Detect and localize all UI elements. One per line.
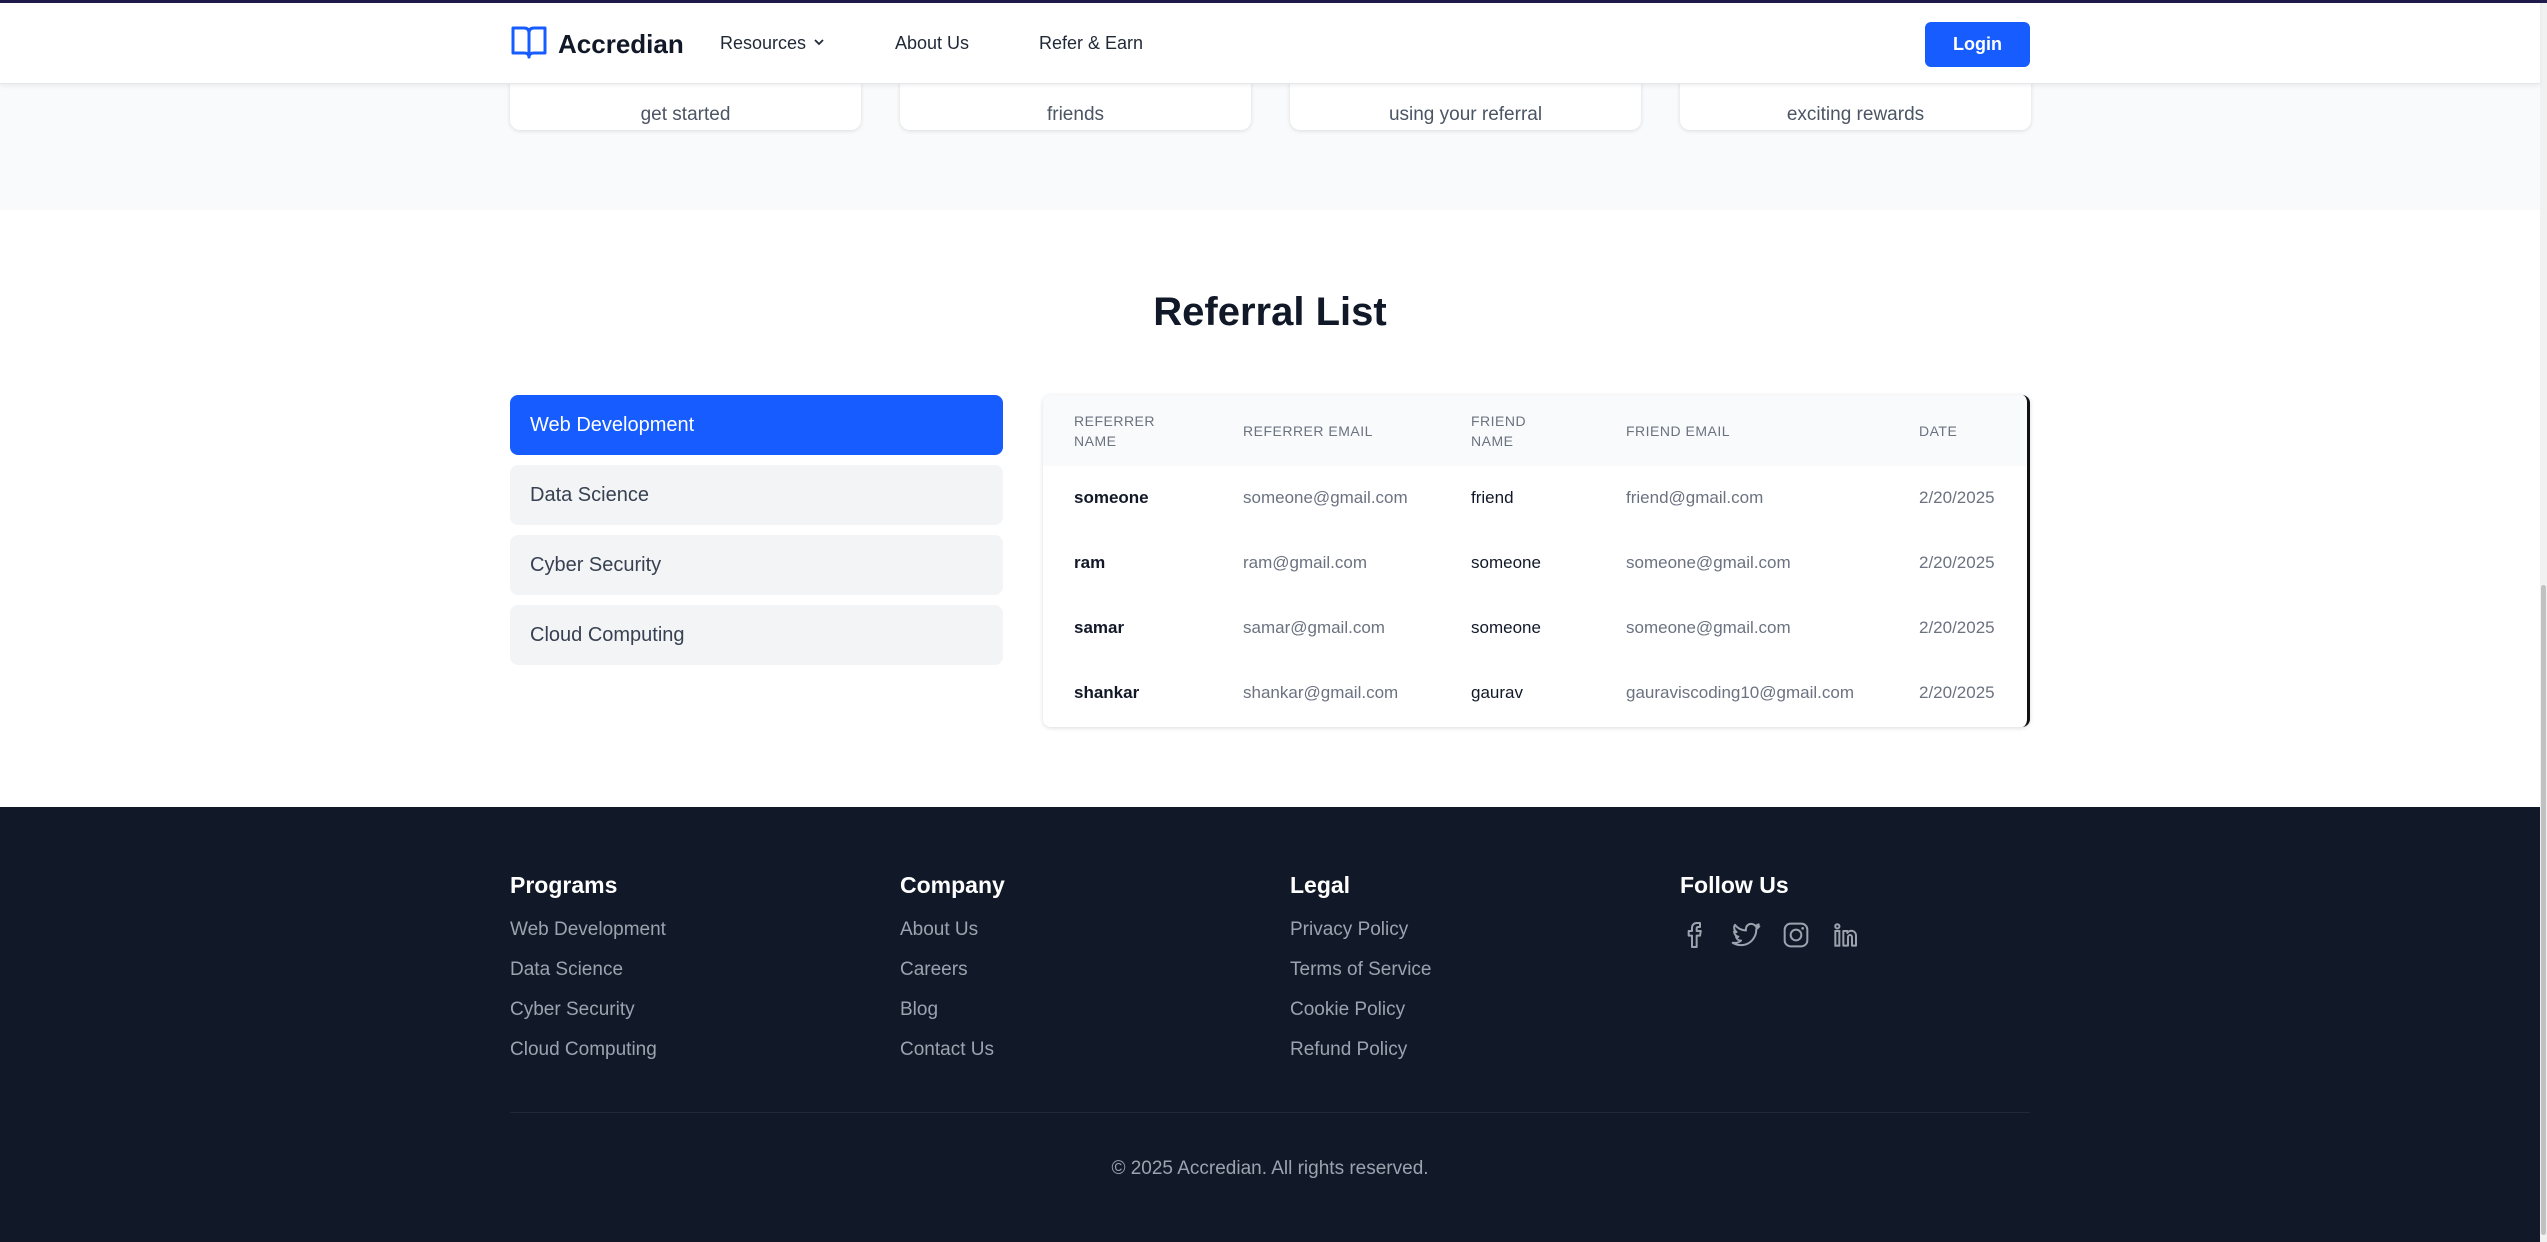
- category-data-science[interactable]: Data Science: [510, 465, 1003, 525]
- footer-company: Company About Us Careers Blog Contact Us: [900, 872, 1005, 1079]
- footer-legal-title: Legal: [1290, 872, 1351, 898]
- cell-friend-name: friend: [1471, 488, 1514, 507]
- footer-link-careers[interactable]: Careers: [900, 959, 1005, 999]
- footer-divider: [510, 1112, 2030, 1113]
- cell-referrer-email: ram@gmail.com: [1243, 553, 1367, 572]
- cell-friend-name: someone: [1471, 618, 1541, 637]
- footer-link-contact-us[interactable]: Contact Us: [900, 1039, 1005, 1079]
- cell-friend-email: someone@gmail.com: [1626, 553, 1791, 572]
- copyright-text: © 2025 Accredian. All rights reserved.: [1111, 1158, 1429, 1179]
- col-friend-email: FRIEND EMAIL: [1626, 423, 1731, 439]
- table-row: someone someone@gmail.com friend friend@…: [1043, 466, 2027, 531]
- site-header: Accredian Resources About Us Refer & Ear…: [0, 0, 2540, 84]
- cell-date: 2/20/2025: [1919, 553, 1995, 572]
- footer-follow-title: Follow Us: [1680, 872, 1789, 898]
- footer-link-data-science[interactable]: Data Science: [510, 959, 666, 999]
- col-label: NAME: [1074, 433, 1117, 449]
- cell-date: 2/20/2025: [1919, 488, 1995, 507]
- step-text: exciting rewards: [1786, 104, 1925, 125]
- brand-name: Accredian: [558, 29, 684, 59]
- col-friend-name: FRIEND NAME: [1471, 411, 1526, 451]
- step-text: using your referral: [1388, 104, 1543, 125]
- scrollbar-thumb[interactable]: [2541, 585, 2546, 1235]
- footer-programs-title: Programs: [510, 872, 618, 898]
- nav-refer-earn[interactable]: Refer & Earn: [1039, 33, 1143, 54]
- linkedin-icon[interactable]: [1830, 919, 1862, 951]
- table-row: shankar shankar@gmail.com gaurav gauravi…: [1043, 661, 2027, 726]
- footer-link-about-us[interactable]: About Us: [900, 919, 1005, 959]
- twitter-icon[interactable]: [1730, 919, 1762, 951]
- cell-referrer-name: samar: [1074, 618, 1125, 637]
- referral-table: REFERRER NAME REFERRER EMAIL FRIEND NAME…: [1043, 395, 2030, 727]
- cell-friend-name: gaurav: [1471, 683, 1523, 702]
- cell-date: 2/20/2025: [1919, 683, 1995, 702]
- cell-referrer-email: someone@gmail.com: [1243, 488, 1408, 507]
- footer-link-terms-of-service[interactable]: Terms of Service: [1290, 959, 1431, 999]
- step-text: friends: [1046, 104, 1105, 125]
- brand-logo[interactable]: Accredian: [510, 24, 684, 65]
- footer-link-web-development[interactable]: Web Development: [510, 919, 666, 959]
- col-label: NAME: [1471, 433, 1514, 449]
- cell-friend-email: gauraviscoding10@gmail.com: [1626, 683, 1854, 702]
- footer-link-cookie-policy[interactable]: Cookie Policy: [1290, 999, 1431, 1039]
- col-referrer-email: REFERRER EMAIL: [1243, 423, 1373, 439]
- footer-link-refund-policy[interactable]: Refund Policy: [1290, 1039, 1431, 1079]
- footer-link-cloud-computing[interactable]: Cloud Computing: [510, 1039, 666, 1079]
- footer-link-blog[interactable]: Blog: [900, 999, 1005, 1039]
- footer-follow-us: Follow Us: [1680, 872, 1862, 951]
- instagram-icon[interactable]: [1780, 919, 1812, 951]
- cell-date: 2/20/2025: [1919, 618, 1995, 637]
- col-referrer-name: REFERRER NAME: [1074, 411, 1155, 451]
- table-row: ram ram@gmail.com someone someone@gmail.…: [1043, 531, 2027, 596]
- table-row: samar samar@gmail.com someone someone@gm…: [1043, 596, 2027, 661]
- chevron-down-icon: [812, 33, 826, 54]
- category-cloud-computing[interactable]: Cloud Computing: [510, 605, 1003, 665]
- table-header: REFERRER NAME REFERRER EMAIL FRIEND NAME…: [1043, 395, 2027, 466]
- col-label: FRIEND: [1471, 413, 1527, 429]
- top-accent-line: [0, 0, 2547, 3]
- col-date: DATE: [1919, 423, 1958, 439]
- nav-about-us[interactable]: About Us: [895, 33, 969, 54]
- cell-referrer-name: someone: [1074, 488, 1149, 507]
- footer-programs: Programs Web Development Data Science Cy…: [510, 872, 666, 1079]
- cell-referrer-name: ram: [1074, 553, 1106, 572]
- footer-link-cyber-security[interactable]: Cyber Security: [510, 999, 666, 1039]
- cell-referrer-email: shankar@gmail.com: [1243, 683, 1399, 702]
- category-web-development[interactable]: Web Development: [510, 395, 1003, 455]
- category-cyber-security[interactable]: Cyber Security: [510, 535, 1003, 595]
- referral-list-title: Referral List: [1153, 290, 1387, 334]
- cell-referrer-email: samar@gmail.com: [1243, 618, 1385, 637]
- nav-resources[interactable]: Resources: [720, 33, 826, 54]
- nav-resources-label: Resources: [720, 33, 807, 53]
- footer-company-title: Company: [900, 872, 1005, 898]
- social-links: [1680, 919, 1862, 951]
- footer-legal: Legal Privacy Policy Terms of Service Co…: [1290, 872, 1431, 1079]
- login-button[interactable]: Login: [1925, 22, 2030, 67]
- col-label: REFERRER: [1074, 413, 1156, 429]
- step-text: get started: [640, 104, 731, 125]
- cell-referrer-name: shankar: [1074, 683, 1140, 702]
- cell-friend-email: friend@gmail.com: [1626, 488, 1764, 507]
- facebook-icon[interactable]: [1680, 919, 1712, 951]
- cell-friend-name: someone: [1471, 553, 1541, 572]
- cell-friend-email: someone@gmail.com: [1626, 618, 1791, 637]
- book-icon: [510, 24, 548, 65]
- footer-link-privacy-policy[interactable]: Privacy Policy: [1290, 919, 1431, 959]
